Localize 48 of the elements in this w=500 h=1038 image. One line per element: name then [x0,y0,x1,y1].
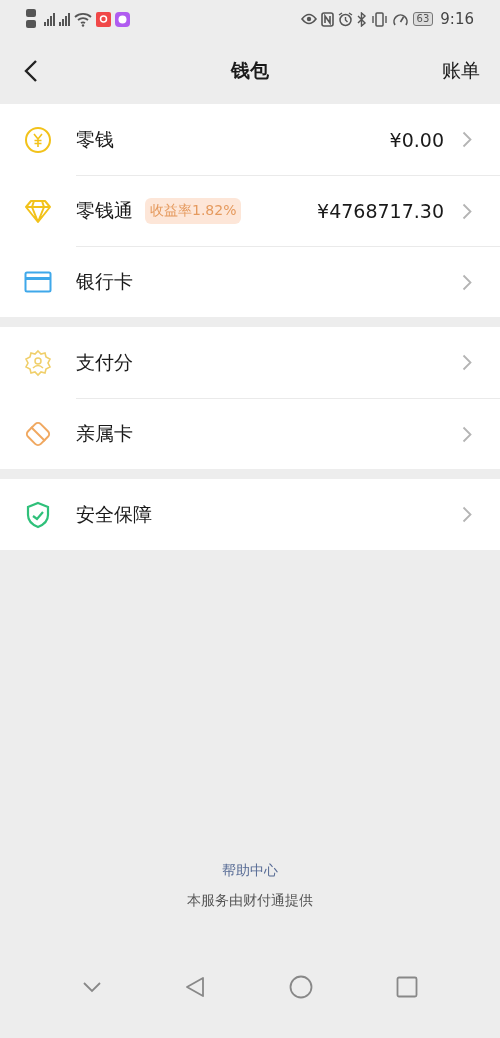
item-label: 亲属卡 [76,421,133,446]
help-center-link[interactable]: 帮助中心 [222,862,278,880]
nfc-icon [320,11,334,27]
eye-icon [300,13,317,25]
battery-indicator: 63 [412,12,434,26]
bank-card-icon [24,270,52,293]
balance-amount: ¥0.00 [389,128,444,151]
menu-item[interactable]: 安全保障 [0,479,500,550]
item-label: 零钱 [76,126,114,152]
item-label: 零钱通 [76,198,133,223]
balance-amount: ¥4768717.30 [317,200,444,222]
menu-item[interactable]: 零钱通 收益率1.82% ¥4768717.30 [0,175,500,246]
chevron-right-icon [462,425,472,443]
vibrate-icon [370,11,388,27]
chevron-right-icon [462,354,472,371]
item-label: 银行卡 [76,269,133,294]
menu-item[interactable]: 银行卡 [0,246,500,317]
menu-item[interactable]: 亲属卡 [0,398,500,469]
collapse-icon[interactable] [81,981,102,993]
bluetooth-icon [356,11,367,27]
provider-note: 本服务由财付通提供 [187,892,313,910]
chevron-right-icon [462,131,472,148]
chevron-right-icon [462,273,472,291]
chevron-right-icon [462,202,472,220]
menu-item[interactable]: 零钱 ¥0.00 [0,104,500,175]
back-nav-icon[interactable] [185,976,206,998]
diamond-icon [24,197,52,224]
page-title: 钱包 [231,58,269,83]
yield-rate-tag: 收益率1.82% [145,198,242,224]
home-nav-icon[interactable] [288,975,313,999]
signal-icon [44,12,55,26]
signal-icon [59,12,70,26]
item-label: 支付分 [76,349,133,375]
bill-button[interactable]: 账单 [442,58,480,84]
tilted-card-icon [24,419,52,448]
clock-time: 9:16 [440,10,474,28]
wifi-icon [74,11,92,27]
badge-person-icon [24,348,52,377]
item-label: 安全保障 [76,501,152,527]
recents-nav-icon[interactable] [396,976,419,998]
menu-item[interactable]: 支付分 [0,327,500,398]
app-icon [115,11,130,27]
shield-check-icon [25,500,51,529]
speed-icon [391,11,409,27]
app-icon [96,11,111,27]
alarm-icon [337,11,353,27]
chevron-right-icon [462,506,472,523]
yuan-coin-icon [24,125,52,154]
